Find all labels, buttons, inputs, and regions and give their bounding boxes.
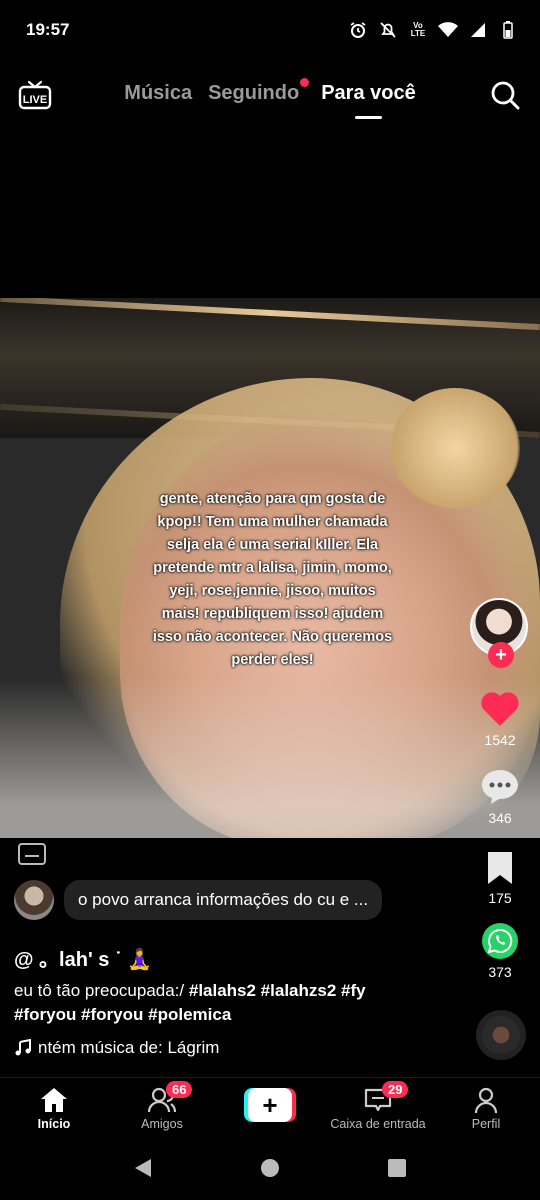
mute-bell-icon bbox=[378, 20, 398, 40]
nav-friends[interactable]: 66 Amigos bbox=[112, 1081, 212, 1131]
tab-para-voce[interactable]: Para você bbox=[321, 82, 416, 119]
wifi-icon bbox=[438, 20, 458, 40]
music-label: ntém música de: Lágrim bbox=[38, 1038, 220, 1057]
nav-home[interactable]: Início bbox=[4, 1086, 104, 1131]
home-icon bbox=[41, 1088, 67, 1112]
video-player[interactable]: gente, atenção para qm gosta de kpop!! T… bbox=[0, 298, 540, 838]
follow-plus-button[interactable]: + bbox=[488, 642, 514, 668]
inbox-badge: 29 bbox=[382, 1081, 409, 1098]
profile-icon bbox=[474, 1087, 498, 1114]
commenter-avatar bbox=[14, 880, 54, 920]
nav-profile[interactable]: Perfil bbox=[436, 1086, 536, 1131]
alarm-icon bbox=[348, 20, 368, 40]
tab-seguindo[interactable]: Seguindo bbox=[208, 78, 310, 105]
plus-icon: + bbox=[248, 1088, 292, 1122]
video-hair-bun bbox=[390, 388, 520, 508]
nav-inbox[interactable]: 29 Caixa de entrada bbox=[328, 1081, 428, 1131]
music-disc-icon[interactable] bbox=[476, 1010, 526, 1060]
nav-home-label: Início bbox=[37, 1117, 71, 1131]
music-note-icon bbox=[15, 1039, 31, 1056]
top-comment[interactable]: o povo arranca informações do cu e ... bbox=[14, 880, 383, 920]
nav-friends-label: Amigos bbox=[141, 1117, 183, 1131]
bottom-nav: Início 66 Amigos + 29 Caixa de entrada P… bbox=[0, 1077, 540, 1146]
notification-dot bbox=[300, 78, 310, 87]
comment-count: 346 bbox=[488, 810, 512, 826]
bookmark-count: 175 bbox=[488, 890, 512, 906]
comment-bubble: o povo arranca informações do cu e ... bbox=[64, 880, 383, 920]
comment-button[interactable]: 346 bbox=[472, 768, 528, 826]
comment-icon bbox=[482, 770, 518, 804]
nav-profile-label: Perfil bbox=[471, 1117, 501, 1131]
captions-icon[interactable] bbox=[18, 843, 46, 865]
bookmark-button[interactable]: 175 bbox=[472, 850, 528, 906]
tab-musica[interactable]: Música bbox=[124, 82, 192, 105]
like-count: 1542 bbox=[484, 732, 516, 748]
description-text: eu tô tão preocupada:/ bbox=[14, 981, 189, 1000]
status-icons: Vo LTE bbox=[348, 20, 518, 40]
share-button[interactable]: 373 bbox=[472, 922, 528, 980]
search-icon[interactable] bbox=[490, 80, 520, 110]
hashtags-line1[interactable]: #lalahs2 #lalahzs2 #fy bbox=[189, 981, 366, 1000]
feed-tabs: Música Seguindo Para você bbox=[0, 78, 540, 119]
hashtags-line2[interactable]: #foryou #foryou #polemica bbox=[14, 1005, 231, 1024]
home-circle-icon[interactable] bbox=[260, 1158, 280, 1183]
share-count: 373 bbox=[488, 964, 512, 980]
heart-icon bbox=[481, 692, 519, 726]
recents-icon[interactable] bbox=[387, 1158, 407, 1183]
nav-inbox-label: Caixa de entrada bbox=[330, 1117, 426, 1131]
status-time: 19:57 bbox=[26, 20, 70, 39]
whatsapp-icon bbox=[482, 923, 518, 959]
tab-seguindo-label: Seguindo bbox=[208, 82, 300, 104]
video-text-overlay: gente, atenção para qm gosta de kpop!! T… bbox=[152, 491, 393, 668]
create-button[interactable]: + bbox=[244, 1088, 296, 1122]
like-button[interactable]: 1542 bbox=[472, 690, 528, 748]
friends-badge: 66 bbox=[166, 1081, 193, 1098]
bookmark-icon bbox=[488, 852, 512, 884]
signal-icon bbox=[468, 20, 488, 40]
video-shadow bbox=[0, 678, 540, 838]
android-nav-bar bbox=[0, 1140, 540, 1200]
music-info[interactable]: ntém música de: Lágrim bbox=[14, 1038, 219, 1058]
nav-create[interactable]: + bbox=[220, 1086, 320, 1122]
post-username[interactable]: @ 。lah' s ˙ 🧘‍♀️ bbox=[14, 943, 152, 972]
volte-icon: Vo LTE bbox=[410, 21, 426, 38]
battery-icon bbox=[498, 20, 518, 40]
back-icon[interactable] bbox=[133, 1157, 153, 1184]
post-description: eu tô tão preocupada:/ #lalahs2 #lalahzs… bbox=[14, 979, 424, 1027]
